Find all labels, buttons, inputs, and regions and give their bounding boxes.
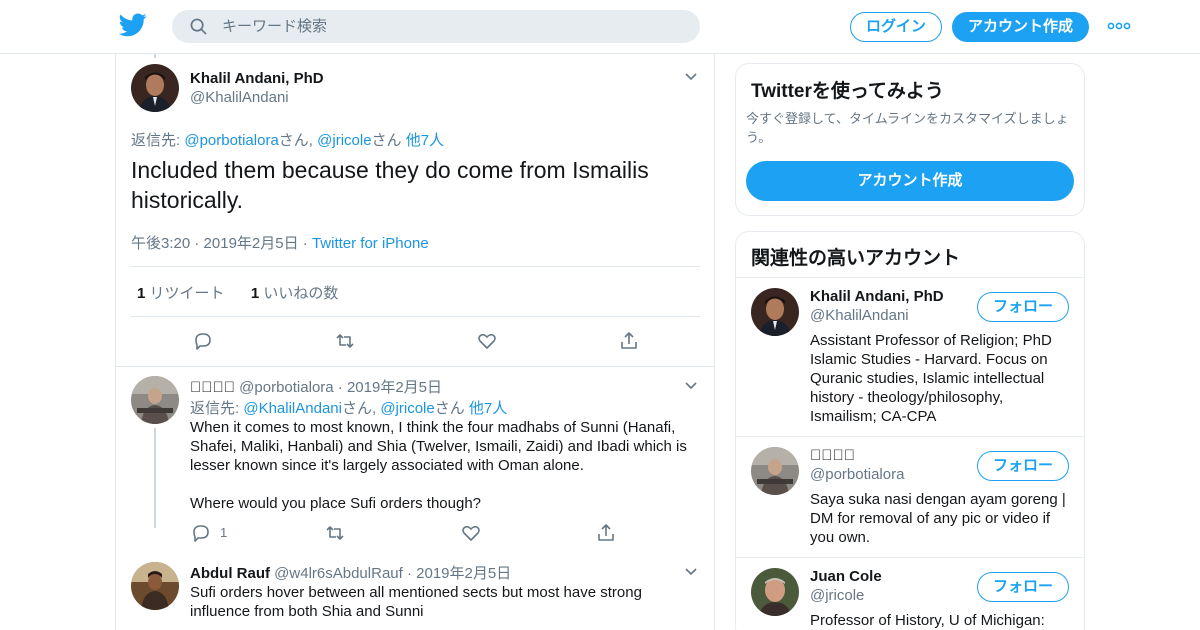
reply-icon[interactable] <box>192 330 214 352</box>
reply-to-prefix: 返信先: <box>131 132 185 149</box>
reply-to-user-link[interactable]: @jricole <box>380 400 434 417</box>
search-box[interactable] <box>172 10 700 43</box>
account-handle[interactable]: @porbotialora <box>810 466 904 483</box>
reply-to-suffix: さん, <box>341 400 381 417</box>
twitter-logo-icon[interactable] <box>119 13 147 37</box>
related-account[interactable]: 􀀀􀀀􀀀􀀀 @porbotialora フォロー Saya suka nasi d… <box>736 436 1084 557</box>
author-handle[interactable]: @w4lr6sAbdulRauf <box>274 565 403 582</box>
reply-to-prefix: 返信先: <box>190 400 244 417</box>
account-name[interactable]: Juan Cole <box>810 568 882 585</box>
tweet-thread: Khalil Andani, PhD @KhalilAndani 返信先: @p… <box>115 54 715 630</box>
reply-to-others-link[interactable]: 他7人 <box>469 400 507 417</box>
like-icon[interactable] <box>476 330 498 352</box>
thread-connector <box>154 54 156 58</box>
tweet-source-link[interactable]: Twitter for iPhone <box>312 235 429 252</box>
meta-separator: · <box>406 565 412 582</box>
reply-to-user-link[interactable]: @KhalilAndani <box>243 400 342 417</box>
avatar[interactable] <box>131 376 179 424</box>
reply-to-user-link[interactable]: @jricole <box>317 132 371 149</box>
follow-button[interactable]: フォロー <box>977 572 1069 602</box>
top-bar: ログイン アカウント作成 <box>0 0 1200 54</box>
author-handle[interactable]: @porbotialora <box>239 379 333 396</box>
account-handle[interactable]: @jricole <box>810 587 864 604</box>
tweet-meta: 午後3:20 · 2019年2月5日 · Twitter for iPhone <box>131 232 429 253</box>
related-accounts-title: 関連性の高いアカウント <box>751 248 961 269</box>
meta-separator: · <box>302 235 312 252</box>
retweet-stat[interactable]: 1 リツイート <box>137 285 225 302</box>
tweet-date[interactable]: 2019年2月5日 <box>204 235 299 252</box>
chevron-down-icon[interactable] <box>684 567 698 577</box>
share-icon[interactable] <box>618 330 640 352</box>
divider <box>116 366 714 367</box>
chevron-down-icon[interactable] <box>684 381 698 391</box>
tweet-stats: 1 リツイート 1 いいねの数 <box>137 282 338 303</box>
account-handle[interactable]: @KhalilAndani <box>810 307 909 324</box>
account-bio: Saya suka nasi dengan ayam goreng | DM f… <box>810 491 1066 546</box>
tweet-date[interactable]: 2019年2月5日 <box>416 565 511 582</box>
reply-to-user-link[interactable]: @porbotialora <box>184 132 278 149</box>
author-handle[interactable]: @KhalilAndani <box>190 89 289 106</box>
more-options-icon[interactable] <box>1107 18 1131 34</box>
signup-button[interactable]: アカウント作成 <box>952 12 1089 42</box>
share-icon[interactable] <box>595 522 617 544</box>
reply-header: Abdul Rauf @w4lr6sAbdulRauf · 2019年2月5日 <box>190 562 511 583</box>
signup-card-subtitle: 今すぐ登録して、タイムラインをカスタマイズしましょう。 <box>746 111 1069 145</box>
author-name[interactable]: Abdul Rauf <box>190 565 270 582</box>
tweet-text: Sufi orders hover between all mentioned … <box>190 584 642 620</box>
author-name[interactable]: Khalil Andani, PhD <box>190 70 324 87</box>
like-icon[interactable] <box>460 522 482 544</box>
reply-to-line: 返信先: @porbotialoraさん, @jricoleさん 他7人 <box>131 129 444 150</box>
like-stat[interactable]: 1 いいねの数 <box>251 285 339 302</box>
avatar[interactable] <box>131 562 179 610</box>
reply-to-suffix: さん <box>371 132 406 149</box>
tweet-date[interactable]: 2019年2月5日 <box>347 379 442 396</box>
tweet-text: When it comes to most known, I think the… <box>190 419 687 474</box>
related-account[interactable]: Khalil Andani, PhD @KhalilAndani フォロー As… <box>736 277 1084 436</box>
reply-to-others-link[interactable]: 他7人 <box>406 132 444 149</box>
signup-card: Twitterを使ってみよう 今すぐ登録して、タイムラインをカスタマイズしましょ… <box>735 63 1085 216</box>
reply-to-suffix: さん, <box>278 132 318 149</box>
avatar[interactable] <box>751 568 799 616</box>
follow-button[interactable]: フォロー <box>977 451 1069 481</box>
signup-card-title: Twitterを使ってみよう <box>751 81 944 102</box>
related-account[interactable]: Juan Cole @jricole フォロー Professor of His… <box>736 557 1084 630</box>
author-name[interactable]: 􀀀􀀀􀀀􀀀 <box>190 379 235 396</box>
tweet-text: Included them because they do come from … <box>131 157 649 213</box>
avatar[interactable] <box>131 64 179 112</box>
search-icon <box>190 18 207 35</box>
avatar[interactable] <box>751 288 799 336</box>
signup-card-button[interactable]: アカウント作成 <box>746 161 1074 201</box>
meta-separator: · <box>337 379 343 396</box>
tweet-text: Where would you place Sufi orders though… <box>190 495 482 512</box>
divider <box>130 266 700 267</box>
reply-header: 􀀀􀀀􀀀􀀀 @porbotialora · 2019年2月5日 <box>190 376 442 397</box>
account-bio: Professor of History, U of Michigan: <box>810 612 1045 629</box>
retweet-label: リツイート <box>149 285 225 302</box>
reply-to-suffix: さん <box>434 400 469 417</box>
tweet-time[interactable]: 午後3:20 <box>131 235 190 252</box>
follow-button[interactable]: フォロー <box>977 292 1069 322</box>
meta-separator: · <box>194 235 204 252</box>
account-name[interactable]: 􀀀􀀀􀀀􀀀 <box>810 447 855 464</box>
retweet-count: 1 <box>137 285 146 302</box>
account-bio: Assistant Professor of Religion; PhD Isl… <box>810 332 1052 425</box>
chevron-down-icon[interactable] <box>684 72 698 82</box>
search-input[interactable] <box>222 10 682 43</box>
related-accounts-card: 関連性の高いアカウント Khalil Andani, PhD @KhalilAn… <box>735 231 1085 630</box>
like-label: いいねの数 <box>263 285 339 302</box>
thread-connector <box>154 428 156 528</box>
reply-icon[interactable] <box>190 522 212 544</box>
reply-count: 1 <box>220 525 228 540</box>
login-button[interactable]: ログイン <box>850 12 942 42</box>
retweet-icon[interactable] <box>334 330 356 352</box>
account-name[interactable]: Khalil Andani, PhD <box>810 288 944 305</box>
reply-to-line: 返信先: @KhalilAndaniさん, @jricoleさん 他7人 <box>190 397 507 418</box>
like-count: 1 <box>250 285 260 302</box>
retweet-icon[interactable] <box>324 522 346 544</box>
avatar[interactable] <box>751 447 799 495</box>
divider <box>130 316 700 317</box>
